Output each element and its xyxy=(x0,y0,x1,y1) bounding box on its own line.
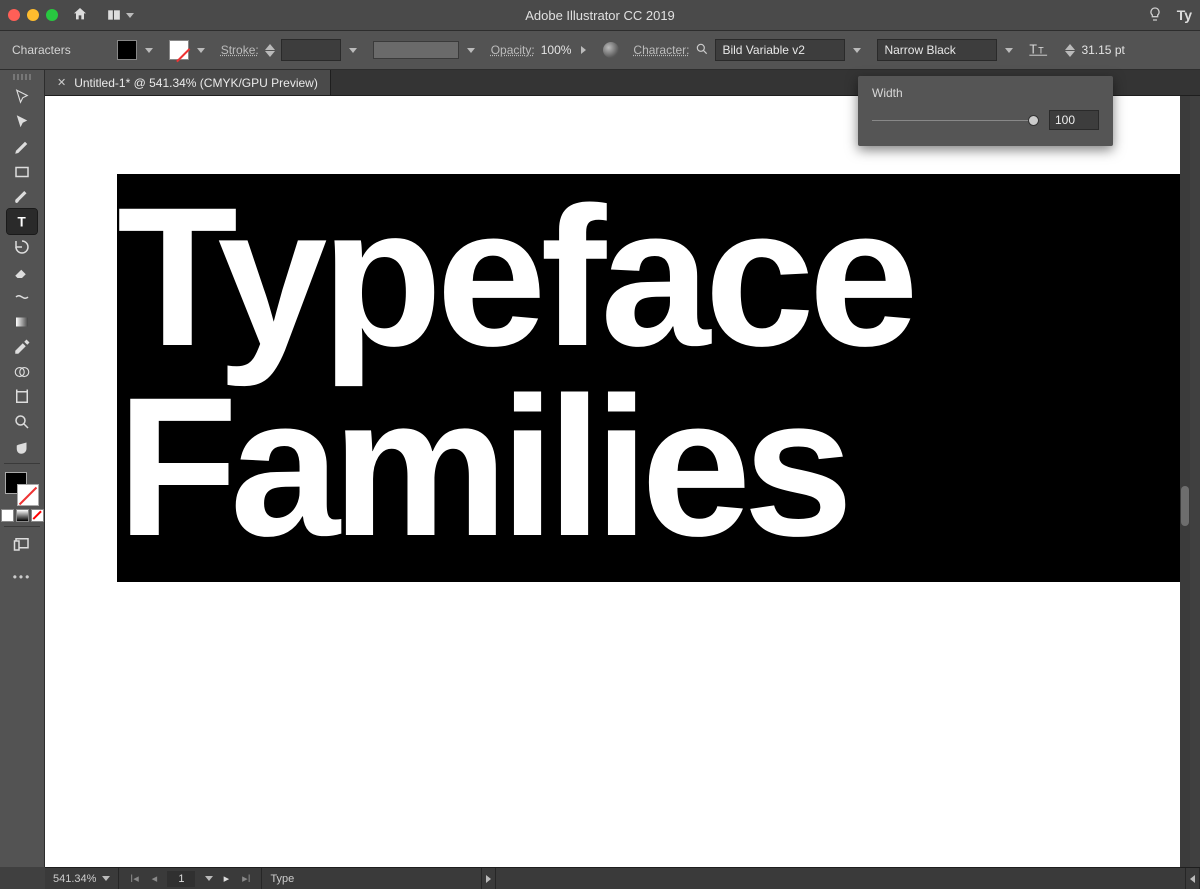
svg-text:T: T xyxy=(1039,45,1045,55)
artboard-navigator: I◂ ◂ ▸ ▸I xyxy=(119,868,262,889)
workspace: Typeface Families xyxy=(0,96,1200,867)
zoom-value[interactable]: 541.34% xyxy=(53,873,96,885)
text-frame[interactable]: Typeface Families xyxy=(97,150,1190,622)
chevron-down-icon[interactable] xyxy=(1003,44,1015,56)
close-window-button[interactable] xyxy=(8,9,20,21)
width-value-input[interactable] xyxy=(1049,110,1099,130)
width-slider[interactable] xyxy=(872,113,1039,127)
app-title: Adobe Illustrator CC 2019 xyxy=(525,8,675,23)
document-tab[interactable]: ✕ Untitled-1* @ 541.34% (CMYK/GPU Previe… xyxy=(45,70,331,95)
chevron-down-icon[interactable] xyxy=(143,44,155,56)
current-tool-display[interactable]: Type xyxy=(262,868,482,889)
scrollbar-thumb[interactable] xyxy=(1181,486,1189,526)
search-help-icon[interactable] xyxy=(1147,6,1163,25)
text-line-1[interactable]: Typeface xyxy=(117,182,1176,372)
stroke-swatch-control[interactable] xyxy=(169,40,207,60)
slider-knob[interactable] xyxy=(1028,115,1039,126)
arrange-documents-button[interactable] xyxy=(106,8,134,22)
fill-swatch[interactable] xyxy=(117,40,137,60)
control-bar: Characters Stroke: Opacity: 100% Charact… xyxy=(0,30,1200,70)
touch-type-icon[interactable]: TT xyxy=(1029,41,1051,60)
panel-grip[interactable] xyxy=(10,74,34,82)
font-size-value[interactable]: 31.15 pt xyxy=(1081,43,1124,57)
opacity-value[interactable]: 100% xyxy=(541,43,572,57)
variable-width-profile[interactable] xyxy=(373,41,459,59)
character-panel-label[interactable]: Character: xyxy=(633,43,689,57)
chevron-down-icon xyxy=(126,13,134,18)
font-family-input[interactable] xyxy=(715,39,845,61)
stroke-swatch[interactable] xyxy=(169,40,189,60)
maximize-window-button[interactable] xyxy=(46,9,58,21)
zoom-control[interactable]: 541.34% xyxy=(45,868,119,889)
chevron-down-icon[interactable] xyxy=(205,876,213,881)
find-font-icon[interactable] xyxy=(695,42,709,59)
horizontal-scrollbar[interactable] xyxy=(496,868,1186,889)
stroke-label[interactable]: Stroke: xyxy=(221,43,259,57)
document-tab-title: Untitled-1* @ 541.34% (CMYK/GPU Preview) xyxy=(74,76,318,90)
chevron-down-icon[interactable] xyxy=(347,44,359,56)
hscroll-right-button[interactable] xyxy=(1186,868,1200,889)
home-icon[interactable] xyxy=(72,6,88,25)
prev-artboard-button[interactable]: ◂ xyxy=(147,872,161,885)
fill-swatch-control[interactable] xyxy=(117,40,155,60)
font-style-input[interactable] xyxy=(877,39,997,61)
variable-font-width-panel: Width xyxy=(858,76,1113,146)
title-bar: Adobe Illustrator CC 2019 Ty xyxy=(0,0,1200,30)
canvas-area: Typeface Families xyxy=(45,96,1190,867)
chevron-right-icon[interactable] xyxy=(577,44,589,56)
close-tab-icon[interactable]: ✕ xyxy=(57,76,66,89)
width-label: Width xyxy=(872,86,1099,100)
opacity-label[interactable]: Opacity: xyxy=(491,43,535,57)
window-controls xyxy=(8,9,58,21)
svg-text:T: T xyxy=(1030,42,1038,56)
text-line-2[interactable]: Families xyxy=(117,372,1176,562)
minimize-window-button[interactable] xyxy=(27,9,39,21)
workspace-label[interactable]: Ty xyxy=(1177,7,1192,23)
artboard[interactable]: Typeface Families xyxy=(45,96,1190,867)
chevron-down-icon[interactable] xyxy=(851,44,863,56)
stroke-weight-stepper[interactable] xyxy=(265,44,275,57)
chevron-down-icon[interactable] xyxy=(465,44,477,56)
hscroll-left-button[interactable] xyxy=(482,868,496,889)
first-artboard-button[interactable]: I◂ xyxy=(127,872,141,885)
current-tool-label: Type xyxy=(270,873,294,885)
stroke-weight-input[interactable] xyxy=(281,39,341,61)
last-artboard-button[interactable]: ▸I xyxy=(239,872,253,885)
selection-mode-label: Characters xyxy=(12,43,71,57)
next-artboard-button[interactable]: ▸ xyxy=(219,872,233,885)
recolor-artwork-icon[interactable] xyxy=(603,42,619,58)
font-size-stepper[interactable] xyxy=(1065,44,1075,57)
vertical-scrollbar[interactable] xyxy=(1180,96,1190,867)
chevron-down-icon[interactable] xyxy=(195,44,207,56)
artboard-number-input[interactable] xyxy=(167,871,195,887)
chevron-down-icon[interactable] xyxy=(102,876,110,881)
status-bar: 541.34% I◂ ◂ ▸ ▸I Type xyxy=(45,867,1200,889)
